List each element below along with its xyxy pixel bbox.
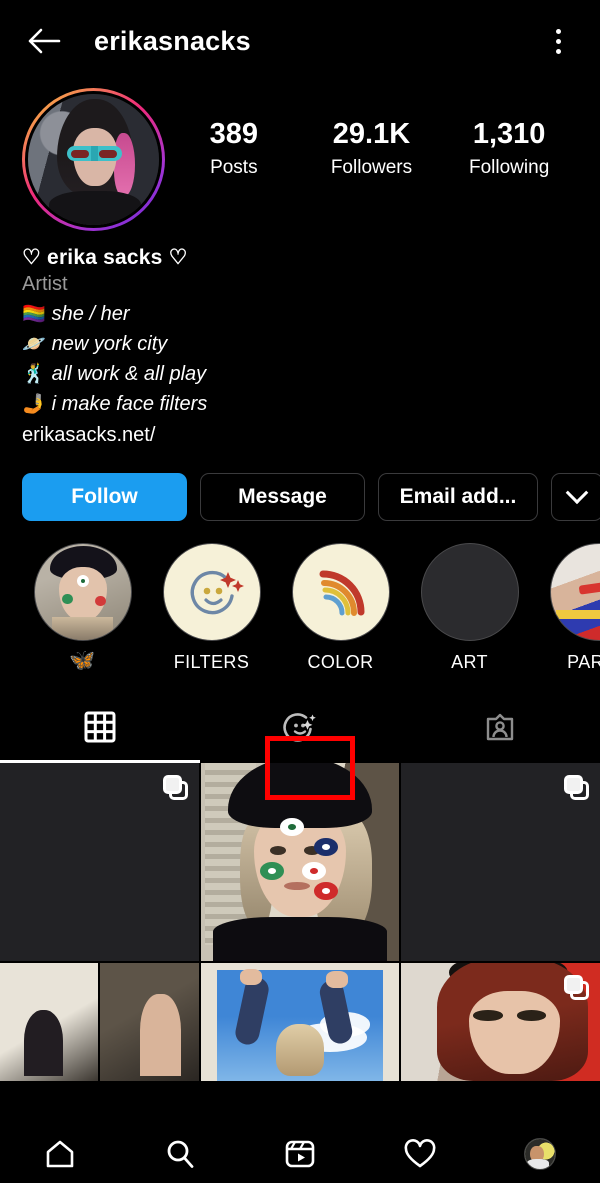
- post-tile[interactable]: [200, 763, 400, 961]
- grid-tab[interactable]: [0, 691, 200, 763]
- followers-count: 29.1K: [332, 118, 411, 150]
- profile-avatar[interactable]: [508, 1128, 572, 1180]
- grid-icon: [84, 711, 116, 743]
- activity-heart-icon[interactable]: [388, 1128, 452, 1180]
- highlight-cover: [33, 543, 132, 641]
- follow-button[interactable]: Follow: [22, 473, 187, 521]
- carousel-icon: [564, 975, 589, 1000]
- stat-posts[interactable]: 389 Posts: [186, 118, 282, 179]
- butterfly-icon: 🦋: [69, 649, 96, 672]
- following-label: Following: [469, 157, 550, 179]
- action-buttons: Follow Message Email add...: [0, 447, 600, 521]
- message-button[interactable]: Message: [200, 473, 365, 521]
- highlight-item[interactable]: 🦋: [18, 543, 147, 673]
- highlight-item[interactable]: COLOR: [276, 543, 405, 673]
- selfie-icon: 🤳: [22, 394, 46, 415]
- highlight-item[interactable]: ART: [405, 543, 534, 673]
- highlight-item[interactable]: FILTERS: [147, 543, 276, 673]
- bio-section: ♡ erika sacks ♡ Artist 🏳️‍🌈 she / her 🪐 …: [0, 231, 600, 447]
- avatar[interactable]: [22, 88, 165, 231]
- reels-icon[interactable]: [268, 1128, 332, 1180]
- profile-tabs: [0, 691, 600, 763]
- profile-summary: 389 Posts 29.1K Followers 1,310 Followin…: [0, 82, 600, 231]
- arrow-left-icon[interactable]: [22, 19, 66, 63]
- highlight-cover: [420, 543, 519, 641]
- dancer-icon: 🕺: [22, 364, 46, 385]
- display-name: ♡ erika sacks ♡: [22, 246, 188, 269]
- rainbow-flag-icon: 🏳️‍🌈: [22, 304, 46, 325]
- bio-line-text: new york city: [51, 332, 168, 355]
- highlight-label: FILTERS: [173, 652, 250, 672]
- more-options-button[interactable]: [551, 473, 600, 521]
- post-tile[interactable]: [401, 763, 600, 961]
- post-tile[interactable]: [0, 763, 199, 961]
- highlight-label: COLOR: [307, 652, 374, 672]
- posts-label: Posts: [210, 157, 258, 179]
- posts-count: 389: [209, 118, 259, 150]
- search-icon[interactable]: [148, 1128, 212, 1180]
- highlight-item[interactable]: PARAD: [534, 543, 600, 673]
- website-link[interactable]: erikasacks.net/: [22, 424, 578, 447]
- bio-line-text: i make face filters: [51, 392, 208, 415]
- instagram-profile-screen: erikasnacks 389 Posts 29.1K Followers 1,…: [0, 0, 600, 1183]
- bio-line: 🏳️‍🌈 she / her: [22, 302, 578, 326]
- bio-line: 🤳 i make face filters: [22, 392, 578, 416]
- post-tile[interactable]: [401, 963, 600, 1081]
- following-count: 1,310: [472, 118, 546, 150]
- carousel-icon: [564, 775, 589, 800]
- kebab-menu-icon[interactable]: [538, 19, 578, 63]
- bio-line: 🪐 new york city: [22, 332, 578, 356]
- followers-label: Followers: [330, 157, 413, 179]
- bio-line-text: all work & all play: [51, 362, 207, 385]
- bio-line: 🕺 all work & all play: [22, 362, 578, 386]
- stat-followers[interactable]: 29.1K Followers: [323, 118, 419, 179]
- stat-following[interactable]: 1,310 Following: [461, 118, 557, 179]
- highlight-cover: [291, 543, 390, 641]
- home-icon[interactable]: [28, 1128, 92, 1180]
- effects-tab[interactable]: [200, 691, 400, 763]
- post-tile[interactable]: [0, 963, 199, 1081]
- chevron-down-icon: [565, 481, 589, 505]
- account-category: Artist: [22, 273, 68, 295]
- highlight-cover: [549, 543, 600, 641]
- bio-line-text: she / her: [51, 302, 130, 325]
- header-bar: erikasnacks: [0, 0, 600, 82]
- highlight-cover: [162, 543, 261, 641]
- planet-icon: 🪐: [22, 334, 46, 355]
- bottom-navigation: [0, 1125, 600, 1183]
- post-grid: [0, 763, 600, 1081]
- face-sparkle-icon: [283, 713, 316, 742]
- tagged-tab[interactable]: [400, 691, 600, 763]
- carousel-icon: [162, 775, 188, 800]
- tagged-person-icon: [486, 713, 514, 741]
- story-highlights: 🦋 FILTERS COLOR ART PAR: [0, 521, 600, 673]
- highlight-label: ART: [451, 652, 488, 672]
- page-title: erikasnacks: [94, 25, 251, 56]
- post-tile[interactable]: [200, 963, 400, 1081]
- highlight-label: PARAD: [567, 652, 600, 672]
- stats-row: 389 Posts 29.1K Followers 1,310 Followin…: [165, 88, 578, 179]
- email-button[interactable]: Email add...: [378, 473, 538, 521]
